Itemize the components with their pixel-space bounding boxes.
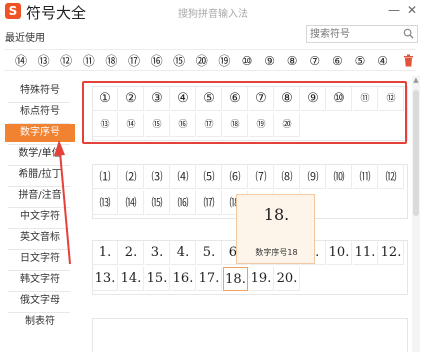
- recent-symbol[interactable]: ⑮: [168, 52, 190, 70]
- title-bar: S 符号大全 搜狗拼音输入法 — ✕: [0, 0, 424, 24]
- trash-icon[interactable]: [403, 54, 414, 67]
- symbol-cell[interactable]: 2.: [119, 241, 144, 265]
- scroll-up-icon[interactable]: ▲: [412, 76, 420, 84]
- recent-symbol[interactable]: ⑩: [236, 52, 258, 70]
- search-icon[interactable]: [403, 28, 414, 39]
- symbol-cell[interactable]: ⑷: [171, 165, 196, 189]
- sidebar-item[interactable]: 标点符号: [5, 103, 75, 121]
- symbol-cell[interactable]: 13.: [93, 267, 118, 291]
- sidebar-item[interactable]: 拼音/注音: [5, 187, 75, 205]
- recent-symbol[interactable]: ⑯: [146, 52, 168, 70]
- panel-more: [92, 318, 408, 352]
- sidebar-item[interactable]: 英文音标: [5, 229, 75, 247]
- close-button[interactable]: ✕: [407, 4, 417, 16]
- symbol-cell[interactable]: 1.: [93, 241, 118, 265]
- recent-symbol[interactable]: ⑪: [78, 52, 100, 70]
- symbol-cell[interactable]: ⑼: [301, 165, 326, 189]
- sidebar-item[interactable]: 希腊/拉丁: [5, 166, 75, 184]
- search-input[interactable]: [307, 26, 399, 42]
- recent-symbol[interactable]: ⑥: [326, 52, 348, 70]
- scroll-thumb[interactable]: [413, 90, 419, 216]
- symbol-cell[interactable]: ⑵: [119, 165, 144, 189]
- symbol-cell[interactable]: ⑻: [275, 165, 300, 189]
- symbol-cell[interactable]: 19.: [249, 267, 274, 291]
- tooltip-label: 数字序号18: [255, 248, 298, 257]
- symbol-cell[interactable]: ⑽: [327, 165, 352, 189]
- symbol-cell[interactable]: ⑾: [353, 165, 378, 189]
- recent-symbol[interactable]: ⑭: [10, 52, 32, 70]
- symbol-cell[interactable]: ⑶: [145, 165, 170, 189]
- sidebar-item[interactable]: 制表符: [5, 313, 75, 331]
- app-title: 符号大全: [26, 4, 87, 22]
- symbol-cell[interactable]: ⒄: [197, 191, 222, 215]
- recent-symbol[interactable]: ⑬: [33, 52, 55, 70]
- symbol-cell[interactable]: ⑸: [197, 165, 222, 189]
- recent-symbol[interactable]: ⑲: [213, 52, 235, 70]
- minimize-button[interactable]: —: [388, 4, 400, 16]
- symbol-cell[interactable]: 3.: [145, 241, 170, 265]
- symbol-cell[interactable]: ⒂: [145, 191, 170, 215]
- recent-symbol[interactable]: ④: [372, 52, 394, 70]
- symbol-cell[interactable]: 14.: [119, 267, 144, 291]
- recent-symbol[interactable]: ⑳: [191, 52, 213, 70]
- symbol-cell[interactable]: 20.: [275, 267, 300, 291]
- red-highlight-box: [82, 81, 407, 144]
- symbol-cell[interactable]: 4.: [171, 241, 196, 265]
- sogou-logo: S: [5, 3, 21, 19]
- recent-symbol[interactable]: ⑦: [304, 52, 326, 70]
- recent-symbols-row: ⑭⑬⑫⑪⑱⑰⑯⑮⑳⑲⑩⑨⑧⑦⑥⑤④: [4, 49, 416, 71]
- recent-symbol[interactable]: ⑤: [349, 52, 371, 70]
- sidebar-item[interactable]: 中文字符: [5, 208, 75, 226]
- recent-symbol[interactable]: ⑧: [281, 52, 303, 70]
- symbol-cell[interactable]: 10.: [327, 241, 352, 265]
- recent-symbol[interactable]: ⑰: [123, 52, 145, 70]
- symbol-cell[interactable]: 17.: [197, 267, 222, 291]
- symbol-cell[interactable]: ⒃: [171, 191, 196, 215]
- symbol-cell[interactable]: 18.: [223, 267, 248, 291]
- sidebar-item[interactable]: 韩文字符: [5, 271, 75, 289]
- recent-symbol[interactable]: ⑨: [259, 52, 281, 70]
- symbol-cell[interactable]: ⒀: [93, 191, 118, 215]
- recent-symbol[interactable]: ⑫: [55, 52, 77, 70]
- symbol-cell[interactable]: 15.: [145, 267, 170, 291]
- symbol-cell[interactable]: 5.: [197, 241, 222, 265]
- recent-symbol[interactable]: ⑱: [100, 52, 122, 70]
- symbol-cell[interactable]: ⑿: [379, 165, 404, 189]
- symbol-cell[interactable]: ⑴: [93, 165, 118, 189]
- window-title: 搜狗拼音输入法: [178, 9, 248, 20]
- symbol-tooltip: 18. 数字序号18: [236, 194, 315, 264]
- symbol-cell[interactable]: ⒁: [119, 191, 144, 215]
- symbol-cell[interactable]: ⑹: [223, 165, 248, 189]
- sidebar-item[interactable]: 日文字符: [5, 250, 75, 268]
- symbol-cell[interactable]: 11.: [353, 241, 378, 265]
- recent-label: 最近使用: [5, 33, 45, 44]
- sidebar-item[interactable]: 俄文字母: [5, 292, 75, 310]
- symbol-cell[interactable]: ⑺: [249, 165, 274, 189]
- sidebar-item[interactable]: 数字序号: [5, 124, 75, 142]
- symbol-cell[interactable]: 12.: [379, 241, 404, 265]
- symbol-cell[interactable]: 16.: [171, 267, 196, 291]
- sidebar-item[interactable]: 特殊符号: [5, 82, 75, 100]
- scrollbar[interactable]: ▲: [412, 76, 420, 352]
- tooltip-char: 18.: [263, 205, 290, 224]
- search-box[interactable]: [306, 25, 418, 43]
- sidebar-item[interactable]: 数学/单位: [5, 145, 75, 163]
